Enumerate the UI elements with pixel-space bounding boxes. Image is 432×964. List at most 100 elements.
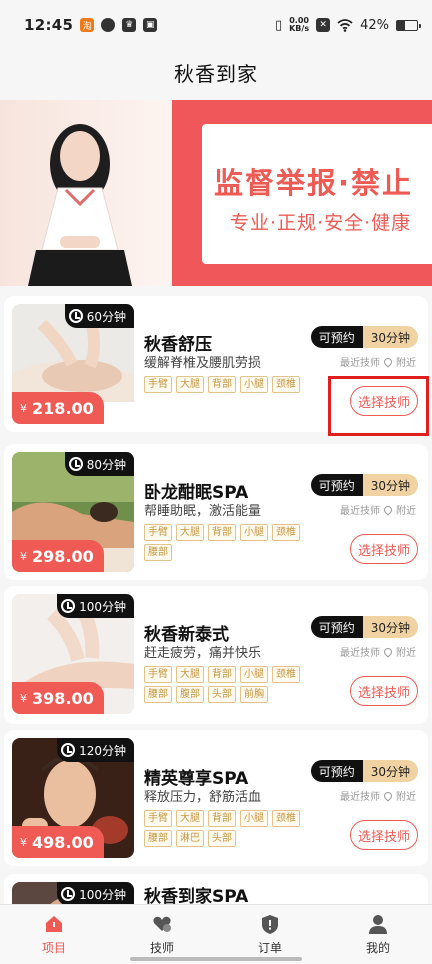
location-pin-icon <box>382 503 394 516</box>
service-card[interactable]: 100分钟 ¥398.00 秋香新泰式 赶走疲劳，痛并快乐 手臂 大腿 背部 小… <box>4 586 428 724</box>
service-thumbnail: 60分钟 ¥218.00 <box>12 304 134 424</box>
availability-badge: 可预约 30分钟 <box>310 326 418 348</box>
price-tag: ¥218.00 <box>12 392 104 424</box>
availability-badge: 可预约 30分钟 <box>310 760 418 782</box>
home-icon <box>46 916 62 932</box>
body-part-tag: 头部 <box>208 686 236 703</box>
duration-text: 120分钟 <box>79 743 126 758</box>
app-header: 秋香到家 <box>0 50 432 94</box>
tab-label: 项目 <box>41 941 66 955</box>
recent-technician: 最近技师 附近 <box>340 502 416 517</box>
battery-icon <box>396 19 421 31</box>
app-notification-icon <box>101 18 116 32</box>
select-technician-button[interactable]: 选择技师 <box>350 386 418 416</box>
banner-model-image <box>28 124 132 286</box>
crown-notification-icon: ♛ <box>122 18 137 32</box>
page-title: 秋香到家 <box>174 61 258 86</box>
nearby-label: 附近 <box>396 648 416 659</box>
currency-symbol: ¥ <box>20 691 27 705</box>
service-card[interactable]: 80分钟 ¥298.00 卧龙酣眠SPA 帮睡助眠，激活能量 手臂 大腿 背部 … <box>4 444 428 580</box>
service-thumbnail: 120分钟 ¥498.00 <box>12 738 134 858</box>
banner-model-area <box>0 100 172 286</box>
body-part-tag: 腰部 <box>144 686 172 703</box>
slot-label: 30分钟 <box>362 474 418 496</box>
tab-technicians[interactable]: 技师 <box>108 905 216 964</box>
slot-label: 30分钟 <box>362 326 418 348</box>
recent-label: 最近技师 <box>340 792 380 803</box>
body-part-tag: 手臂 <box>144 666 172 683</box>
currency-symbol: ¥ <box>20 549 27 563</box>
body-part-tag: 手臂 <box>144 376 172 393</box>
slot-label: 30分钟 <box>362 616 418 638</box>
recent-label: 最近技师 <box>340 506 380 517</box>
body-part-tag: 腰部 <box>144 830 172 847</box>
select-technician-button[interactable]: 选择技师 <box>350 820 418 850</box>
recent-technician: 最近技师 附近 <box>340 644 416 659</box>
body-part-tag: 小腿 <box>240 376 268 393</box>
service-desc: 帮睡助眠，激活能量 <box>144 504 262 519</box>
banner-subline: 专业·正规·安全·健康 <box>230 212 412 234</box>
price-value: 498.00 <box>32 832 94 852</box>
body-part-tag: 腹部 <box>176 686 204 703</box>
price-tag: ¥398.00 <box>12 682 104 714</box>
order-shield-icon <box>262 915 278 934</box>
nearby-label: 附近 <box>396 358 416 369</box>
recent-label: 最近技师 <box>340 648 380 659</box>
clock-icon <box>61 599 76 613</box>
body-part-tag: 背部 <box>208 376 236 393</box>
tab-projects[interactable]: 项目 <box>0 905 108 964</box>
available-label: 可预约 <box>310 760 363 782</box>
body-part-tag: 小腿 <box>240 524 268 541</box>
body-part-tag: 大腿 <box>176 524 204 541</box>
tab-profile[interactable]: 我的 <box>324 905 432 964</box>
taobao-notification-icon: 淘 <box>80 18 95 32</box>
home-indicator[interactable] <box>130 957 302 961</box>
heart-hands-icon <box>153 916 171 932</box>
service-card[interactable]: 60分钟 ¥218.00 秋香舒压 缓解脊椎及腰肌劳损 手臂 大腿 背部 小腿 … <box>4 296 428 432</box>
body-part-tag: 手臂 <box>144 524 172 541</box>
promo-banner[interactable]: 监督举报·禁止 专业·正规·安全·健康 <box>0 100 432 286</box>
service-card[interactable]: 120分钟 ¥498.00 精英尊享SPA 释放压力，舒筋活血 手臂 大腿 背部… <box>4 730 428 866</box>
clock-icon <box>68 457 83 471</box>
availability-badge: 可预约 30分钟 <box>310 616 418 638</box>
tab-orders[interactable]: 订单 <box>216 905 324 964</box>
body-part-tag: 小腿 <box>240 666 268 683</box>
body-part-tag: 颈椎 <box>272 666 300 683</box>
available-label: 可预约 <box>310 326 363 348</box>
body-part-tag: 头部 <box>208 830 236 847</box>
slot-label: 30分钟 <box>362 760 418 782</box>
battery-percent: 42% <box>360 17 389 33</box>
body-part-tag: 背部 <box>208 666 236 683</box>
status-left: 12:45 淘 ♛ ▣ <box>24 16 158 34</box>
banner-headline: 监督举报·禁止 <box>214 166 414 200</box>
recent-technician: 最近技师 附近 <box>340 354 416 369</box>
body-part-tags: 手臂 大腿 背部 小腿 颈椎 腰部 淋巴 头部 <box>144 810 324 847</box>
currency-symbol: ¥ <box>20 835 27 849</box>
bottom-tab-bar: 项目 技师 订单 我的 <box>0 904 432 964</box>
select-technician-button[interactable]: 选择技师 <box>350 534 418 564</box>
service-desc: 释放压力，舒筋活血 <box>144 790 262 805</box>
body-part-tag: 大腿 <box>176 666 204 683</box>
service-desc: 缓解脊椎及腰肌劳损 <box>144 356 262 371</box>
body-part-tag: 前胸 <box>240 686 268 703</box>
duration-badge: 100分钟 <box>57 594 134 618</box>
body-part-tag: 手臂 <box>144 810 172 827</box>
available-label: 可预约 <box>310 474 363 496</box>
recent-technician: 最近技师 附近 <box>340 788 416 803</box>
duration-badge: 120分钟 <box>57 738 134 762</box>
service-thumbnail: 100分钟 ¥398.00 <box>12 594 134 714</box>
select-technician-button[interactable]: 选择技师 <box>350 676 418 706</box>
sim-off-icon: ✕ <box>316 18 331 32</box>
battery-fill <box>397 20 406 30</box>
recent-label: 最近技师 <box>340 358 380 369</box>
body-part-tags: 手臂 大腿 背部 小腿 颈椎 腰部 腹部 头部 前胸 <box>144 666 324 703</box>
price-value: 398.00 <box>32 688 94 708</box>
duration-badge: 100分钟 <box>57 882 134 906</box>
location-pin-icon <box>382 645 394 658</box>
body-part-tag: 小腿 <box>240 810 268 827</box>
duration-text: 100分钟 <box>79 599 126 614</box>
location-pin-icon <box>382 355 394 368</box>
nearby-label: 附近 <box>396 506 416 517</box>
availability-badge: 可预约 30分钟 <box>310 474 418 496</box>
tab-label: 我的 <box>365 941 390 955</box>
